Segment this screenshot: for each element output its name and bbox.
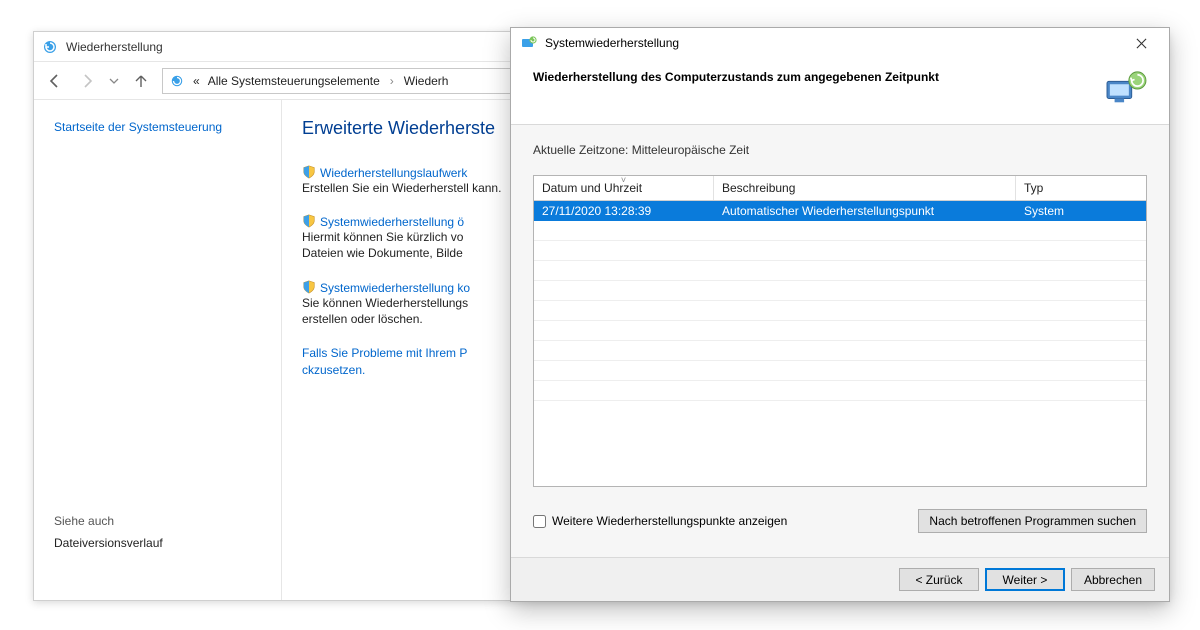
table-row-empty [534, 381, 1146, 401]
up-button[interactable] [130, 70, 152, 92]
file-history-link[interactable]: Dateiversionsverlauf [54, 536, 261, 550]
system-restore-icon [521, 35, 537, 51]
table-row[interactable]: 27/11/2020 13:28:39 Automatischer Wieder… [534, 201, 1146, 221]
task-create-recovery-drive: Wiederherstellungslaufwerk Erstellen Sie… [302, 165, 502, 196]
show-more-checkbox-label: Weitere Wiederherstellungspunkte anzeige… [552, 514, 787, 528]
cp-sidebar: Startseite der Systemsteuerung Siehe auc… [34, 100, 282, 600]
col-desc-label: Beschreibung [722, 181, 795, 195]
table-row-empty [534, 281, 1146, 301]
cp-window-title: Wiederherstellung [66, 40, 163, 54]
col-type[interactable]: Typ [1016, 176, 1146, 200]
task2-link[interactable]: Systemwiederherstellung ö [320, 215, 464, 229]
chevron-right-icon: › [388, 74, 396, 88]
task1-desc: Erstellen Sie ein Wiederherstell kann. [302, 180, 502, 196]
task1-link[interactable]: Wiederherstellungslaufwerk [320, 166, 467, 180]
task3-link[interactable]: Systemwiederherstellung ko [320, 281, 470, 295]
timezone-label: Aktuelle Zeitzone: Mitteleuropäische Zei… [533, 143, 1147, 157]
table-row-empty [534, 361, 1146, 381]
show-more-checkbox-input[interactable] [533, 515, 546, 528]
back-button[interactable] [44, 70, 66, 92]
breadcrumb-a[interactable]: Alle Systemsteuerungselemente [208, 74, 380, 88]
forward-button[interactable] [76, 70, 98, 92]
wizard-body: Aktuelle Zeitzone: Mitteleuropäische Zei… [511, 125, 1169, 557]
back-button[interactable]: < Zurück [899, 568, 979, 591]
breadcrumb-b[interactable]: Wiederh [404, 74, 449, 88]
wizard-title: Systemwiederherstellung [545, 36, 1111, 50]
wizard-header: Wiederherstellung des Computerzustands z… [511, 58, 1169, 125]
see-also-section: Siehe auch Dateiversionsverlauf [54, 514, 261, 550]
grid-header: ˅ Datum und Uhrzeit Beschreibung Typ [534, 176, 1146, 201]
system-restore-wizard: Systemwiederherstellung Wiederherstellun… [510, 27, 1170, 602]
breadcrumb-lead: « [193, 74, 200, 88]
cell-type: System [1016, 204, 1146, 218]
table-row-empty [534, 261, 1146, 281]
history-dropdown[interactable] [108, 75, 120, 87]
task-open-system-restore: Systemwiederherstellung ö Hiermit können… [302, 214, 502, 261]
col-date[interactable]: ˅ Datum und Uhrzeit [534, 176, 714, 200]
see-also-heading: Siehe auch [54, 514, 261, 528]
shield-icon [302, 214, 316, 228]
table-row-empty [534, 321, 1146, 341]
task3-desc: Sie können Wiederherstellungs erstellen … [302, 295, 502, 327]
table-row-empty [534, 301, 1146, 321]
restore-art-icon [1105, 70, 1147, 108]
shield-icon [302, 165, 316, 179]
wizard-header-title: Wiederherstellung des Computerzustands z… [533, 70, 1093, 84]
table-row-empty [534, 341, 1146, 361]
cell-desc: Automatischer Wiederherstellungspunkt [714, 204, 1016, 218]
cell-date: 27/11/2020 13:28:39 [534, 204, 714, 218]
wizard-footer: < Zurück Weiter > Abbrechen [511, 557, 1169, 601]
reset-pc-link[interactable]: Falls Sie Probleme mit Ihrem P ckzusetze… [302, 345, 502, 379]
show-more-checkbox[interactable]: Weitere Wiederherstellungspunkte anzeige… [533, 514, 787, 528]
control-panel-home-link[interactable]: Startseite der Systemsteuerung [54, 120, 261, 134]
grid-footer: Weitere Wiederherstellungspunkte anzeige… [533, 509, 1147, 533]
scan-programs-button[interactable]: Nach betroffenen Programmen suchen [918, 509, 1147, 533]
recovery-icon [42, 39, 58, 55]
restore-points-grid[interactable]: ˅ Datum und Uhrzeit Beschreibung Typ 27/… [533, 175, 1147, 487]
close-button[interactable] [1119, 29, 1163, 57]
grid-rows: 27/11/2020 13:28:39 Automatischer Wieder… [534, 201, 1146, 486]
task-configure-system-restore: Systemwiederherstellung ko Sie können Wi… [302, 280, 502, 327]
col-type-label: Typ [1024, 181, 1043, 195]
col-desc[interactable]: Beschreibung [714, 176, 1016, 200]
task2-desc: Hiermit können Sie kürzlich vo Dateien w… [302, 229, 502, 261]
wizard-titlebar: Systemwiederherstellung [511, 28, 1169, 58]
table-row-empty [534, 241, 1146, 261]
col-date-label: Datum und Uhrzeit [542, 181, 642, 195]
shield-icon [302, 280, 316, 294]
sort-indicator-icon: ˅ [621, 175, 626, 185]
cancel-button[interactable]: Abbrechen [1071, 568, 1155, 591]
table-row-empty [534, 221, 1146, 241]
next-button[interactable]: Weiter > [985, 568, 1065, 591]
recovery-icon [169, 73, 185, 89]
